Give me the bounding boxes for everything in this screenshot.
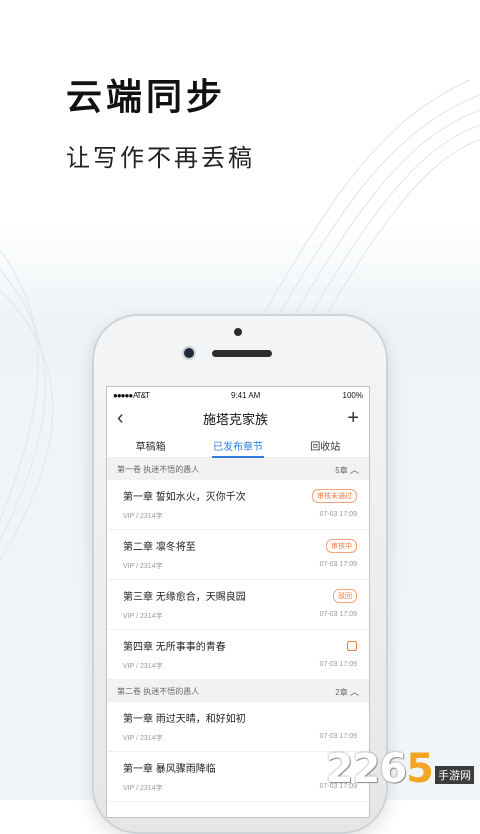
chapter-row[interactable]: 第一章 雨过天晴，和好如初 VIP / 2314字 07-03 17:09 xyxy=(107,702,369,752)
chevron-up-icon: ︿ xyxy=(349,464,359,475)
chapter-meta: VIP / 2314字 xyxy=(123,735,163,742)
chapter-title: 第一章 誓如水火，灭你千次 xyxy=(123,492,246,503)
hero-subtitle: 让写作不再丢稿 xyxy=(66,144,255,172)
volume-name: 第二卷 执迷不悟的愚人 xyxy=(117,686,200,696)
chapter-title: 第二章 凛冬将至 xyxy=(123,542,196,553)
status-badge: 审核中 xyxy=(326,538,357,553)
chevron-up-icon: ︿ xyxy=(349,686,359,697)
chapter-date: 07-03 17:09 xyxy=(319,661,357,668)
chapter-date: 07-03 17:09 xyxy=(319,733,357,740)
earpiece-speaker xyxy=(212,350,272,357)
nav-bar: ‹ 施塔克家族 + xyxy=(107,403,369,433)
chapter-title: 第一章 暴风骤雨降临 xyxy=(123,764,216,775)
status-bar: ●●●●● AT&T 9:41 AM 100% xyxy=(107,387,369,403)
camera-icon xyxy=(184,348,194,358)
chapter-meta: VIP / 2314字 xyxy=(123,663,163,670)
volume-count: 2章 ︿ xyxy=(335,686,359,697)
chapter-row[interactable]: 第三章 无缘愈合，天赐良园 驳回 VIP / 2314字 07-03 17:09 xyxy=(107,580,369,630)
chapter-meta: VIP / 2314字 xyxy=(123,613,163,620)
chapter-row[interactable]: 第一章 誓如水火，灭你千次 审核未通过 VIP / 2314字 07-03 17… xyxy=(107,480,369,530)
logo-tag: 手游网 xyxy=(435,766,474,784)
chapter-date: 07-03 17:09 xyxy=(319,611,357,618)
site-logo: 2265 手游网 xyxy=(326,746,474,792)
battery-level: 100% xyxy=(342,390,363,400)
chapter-meta: VIP / 2314字 xyxy=(123,785,163,792)
hero-title: 云端同步 xyxy=(66,76,227,118)
chapter-meta: VIP / 2314字 xyxy=(123,563,163,570)
chapter-title: 第一章 雨过天晴，和好如初 xyxy=(123,714,246,725)
add-icon[interactable]: + xyxy=(347,408,359,428)
tab-drafts[interactable]: 草稿箱 xyxy=(107,433,194,457)
logo-number: 2265 xyxy=(325,746,434,792)
status-time: 9:41 AM xyxy=(230,390,261,400)
volume-name: 第一卷 执迷不悟的愚人 xyxy=(117,464,200,474)
tab-bar: 草稿箱 已发布章节 回收站 xyxy=(107,433,369,458)
chapter-row[interactable]: 第二章 凛冬将至 审核中 VIP / 2314字 07-03 17:09 xyxy=(107,530,369,580)
volume-header[interactable]: 第一卷 执迷不悟的愚人 5章 ︿ xyxy=(107,458,369,480)
volume-count: 5章 ︿ xyxy=(335,464,359,475)
front-sensor xyxy=(234,328,242,336)
chapter-meta: VIP / 2314字 xyxy=(123,513,163,520)
timer-icon xyxy=(347,640,357,651)
book-title: 施塔克家族 xyxy=(202,411,268,427)
status-badge: 驳回 xyxy=(333,588,357,603)
back-icon[interactable]: ‹ xyxy=(117,408,124,428)
chapter-title: 第三章 无缘愈合，天赐良园 xyxy=(123,592,246,603)
tab-published[interactable]: 已发布章节 xyxy=(194,433,281,458)
chapter-row[interactable]: 第四章 无所事事的青春 VIP / 2314字 07-03 17:09 xyxy=(107,630,369,680)
chapter-date: 07-03 17:09 xyxy=(319,511,357,518)
carrier-signal: ●●●●● AT&T xyxy=(113,390,150,400)
status-badge: 审核未通过 xyxy=(312,488,357,503)
volume-header[interactable]: 第二卷 执迷不悟的愚人 2章 ︿ xyxy=(107,680,369,702)
chapter-date: 07-03 17:09 xyxy=(319,561,357,568)
chapter-title: 第四章 无所事事的青春 xyxy=(123,642,226,653)
tab-recycle-bin[interactable]: 回收站 xyxy=(282,433,369,457)
